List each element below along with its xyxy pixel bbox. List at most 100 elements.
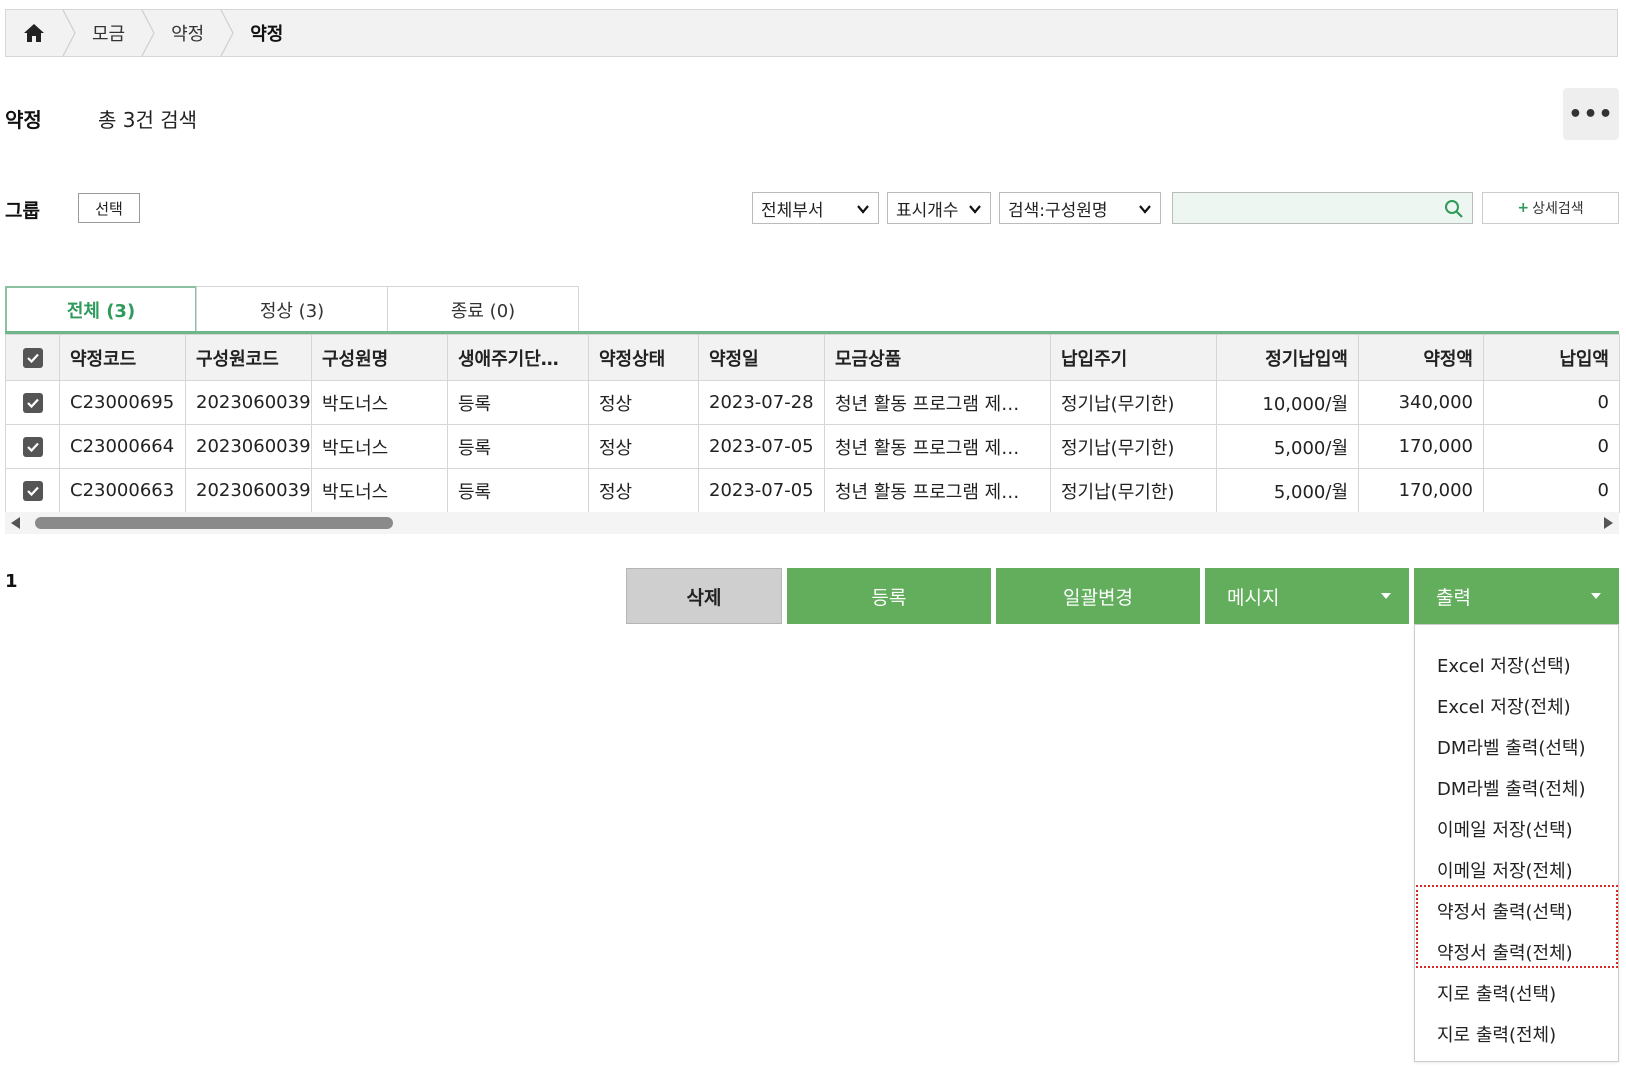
row-checkbox[interactable] xyxy=(5,424,60,469)
breadcrumb-label: 약정 xyxy=(171,24,205,45)
column-header[interactable]: 약정코드 xyxy=(59,334,186,381)
table-header-row: 약정코드 구성원코드 구성원명 생애주기단… 약정상태 약정일 모금상품 납입주… xyxy=(5,334,1620,381)
display-count-select[interactable]: 표시개수 xyxy=(887,192,991,224)
group-select-button[interactable]: 선택 xyxy=(78,193,140,223)
search-icon[interactable] xyxy=(1444,199,1464,219)
plus-icon: + xyxy=(1517,200,1530,216)
column-header[interactable]: 약정액 xyxy=(1358,334,1484,381)
cell-lifecycle: 등록 xyxy=(447,424,589,469)
table-row[interactable]: C23000664 2023060039 박도너스 등록 정상 2023-07-… xyxy=(5,424,1620,469)
chevron-down-icon xyxy=(969,205,981,214)
message-dropdown-button[interactable]: 메시지 xyxy=(1205,568,1409,624)
cell-pledge-date: 2023-07-05 xyxy=(698,424,825,469)
home-icon xyxy=(24,24,44,42)
table-row[interactable]: C23000663 2023060039 박도너스 등록 정상 2023-07-… xyxy=(5,468,1620,513)
breadcrumb-item-current: 약정 xyxy=(220,10,299,56)
menu-item-email-all[interactable]: 이메일 저장(전체) xyxy=(1437,857,1573,883)
more-options-button[interactable]: ••• xyxy=(1563,88,1619,140)
cell-pledge-amount: 340,000 xyxy=(1358,380,1484,425)
cell-pledge-date: 2023-07-28 xyxy=(698,380,825,425)
cell-member-name: 박도너스 xyxy=(311,380,448,425)
cell-member-code: 2023060039 xyxy=(185,468,312,513)
cell-regular-amount: 10,000/월 xyxy=(1216,380,1359,425)
horizontal-scrollbar[interactable] xyxy=(5,512,1619,534)
scroll-right-icon[interactable] xyxy=(1604,517,1613,529)
cell-lifecycle: 등록 xyxy=(447,468,589,513)
column-header[interactable]: 납입액 xyxy=(1483,334,1620,381)
breadcrumb-item-fundraising[interactable]: 모금 xyxy=(62,10,141,56)
column-header[interactable]: 약정일 xyxy=(698,334,825,381)
bulk-change-button[interactable]: 일괄변경 xyxy=(996,568,1200,624)
department-select[interactable]: 전체부서 xyxy=(752,192,879,224)
cell-pledge-amount: 170,000 xyxy=(1358,424,1484,469)
table-row[interactable]: C23000695 2023060039 박도너스 등록 정상 2023-07-… xyxy=(5,380,1620,425)
chevron-down-icon xyxy=(857,205,869,214)
menu-item-excel-selected[interactable]: Excel 저장(선택) xyxy=(1437,652,1571,678)
tab-normal[interactable]: 정상 (3) xyxy=(196,286,388,332)
menu-item-pledge-doc-selected[interactable]: 약정서 출력(선택) xyxy=(1437,898,1573,924)
breadcrumb-item-pledge[interactable]: 약정 xyxy=(141,10,220,56)
menu-item-giro-selected[interactable]: 지로 출력(선택) xyxy=(1437,980,1556,1006)
checkbox-checked-icon xyxy=(22,481,43,501)
column-header[interactable]: 생애주기단… xyxy=(447,334,589,381)
breadcrumb: 모금 약정 약정 xyxy=(5,9,1618,57)
cell-pledge-status: 정상 xyxy=(588,380,699,425)
pledge-table: 약정코드 구성원코드 구성원명 생애주기단… 약정상태 약정일 모금상품 납입주… xyxy=(5,334,1620,513)
search-type-select-value: 검색:구성원명 xyxy=(1008,200,1108,221)
cell-pledge-amount: 170,000 xyxy=(1358,468,1484,513)
menu-item-giro-all[interactable]: 지로 출력(전체) xyxy=(1437,1021,1556,1047)
advanced-search-label: 상세검색 xyxy=(1532,201,1584,217)
cell-paid-amount: 0 xyxy=(1483,468,1620,513)
column-header[interactable]: 정기납입액 xyxy=(1216,334,1359,381)
cell-regular-amount: 5,000/월 xyxy=(1216,424,1359,469)
checkbox-checked-icon xyxy=(22,348,43,368)
cell-pledge-status: 정상 xyxy=(588,468,699,513)
cell-member-code: 2023060039 xyxy=(185,424,312,469)
column-header[interactable]: 약정상태 xyxy=(588,334,699,381)
cell-lifecycle: 등록 xyxy=(447,380,589,425)
caret-down-icon xyxy=(1591,593,1601,599)
menu-item-dm-label-all[interactable]: DM라벨 출력(전체) xyxy=(1437,775,1586,801)
pagination-current-page[interactable]: 1 xyxy=(5,571,18,592)
print-dropdown-menu: Excel 저장(선택) Excel 저장(전체) DM라벨 출력(선택) DM… xyxy=(1414,624,1619,1062)
column-header[interactable]: 구성원명 xyxy=(311,334,448,381)
caret-down-icon xyxy=(1381,593,1391,599)
display-count-select-value: 표시개수 xyxy=(896,200,959,221)
register-button[interactable]: 등록 xyxy=(787,568,991,624)
menu-item-excel-all[interactable]: Excel 저장(전체) xyxy=(1437,693,1571,719)
scrollbar-thumb[interactable] xyxy=(35,517,393,529)
cell-paid-amount: 0 xyxy=(1483,424,1620,469)
cell-regular-amount: 5,000/월 xyxy=(1216,468,1359,513)
cell-pledge-code: C23000663 xyxy=(59,468,186,513)
chevron-right-icon xyxy=(220,10,234,56)
cell-member-name: 박도너스 xyxy=(311,424,448,469)
column-header[interactable]: 납입주기 xyxy=(1050,334,1217,381)
menu-item-dm-label-selected[interactable]: DM라벨 출력(선택) xyxy=(1437,734,1586,760)
row-checkbox[interactable] xyxy=(5,380,60,425)
select-all-checkbox[interactable] xyxy=(5,334,60,381)
menu-item-email-selected[interactable]: 이메일 저장(선택) xyxy=(1437,816,1573,842)
cell-pledge-code: C23000664 xyxy=(59,424,186,469)
message-button-label: 메시지 xyxy=(1227,586,1280,609)
cell-product: 청년 활동 프로그램 제… xyxy=(824,468,1051,513)
search-type-select[interactable]: 검색:구성원명 xyxy=(999,192,1161,224)
cell-member-code: 2023060039 xyxy=(185,380,312,425)
cell-pledge-date: 2023-07-05 xyxy=(698,468,825,513)
breadcrumb-label: 약정 xyxy=(250,24,284,45)
cell-payment-cycle: 정기납(무기한) xyxy=(1050,380,1217,425)
delete-button[interactable]: 삭제 xyxy=(626,568,782,624)
row-checkbox[interactable] xyxy=(5,468,60,513)
status-tabs: 전체 (3) 정상 (3) 종료 (0) xyxy=(5,286,579,332)
tab-ended[interactable]: 종료 (0) xyxy=(387,286,579,332)
tab-all[interactable]: 전체 (3) xyxy=(5,286,197,332)
result-count: 총 3건 검색 xyxy=(98,108,198,132)
breadcrumb-home[interactable] xyxy=(6,10,62,56)
column-header[interactable]: 모금상품 xyxy=(824,334,1051,381)
advanced-search-button[interactable]: + 상세검색 xyxy=(1482,192,1619,224)
column-header[interactable]: 구성원코드 xyxy=(185,334,312,381)
scroll-left-icon[interactable] xyxy=(11,517,20,529)
print-dropdown-button[interactable]: 출력 xyxy=(1414,568,1619,624)
search-input[interactable] xyxy=(1172,192,1473,224)
menu-item-pledge-doc-all[interactable]: 약정서 출력(전체) xyxy=(1437,939,1573,965)
cell-payment-cycle: 정기납(무기한) xyxy=(1050,424,1217,469)
